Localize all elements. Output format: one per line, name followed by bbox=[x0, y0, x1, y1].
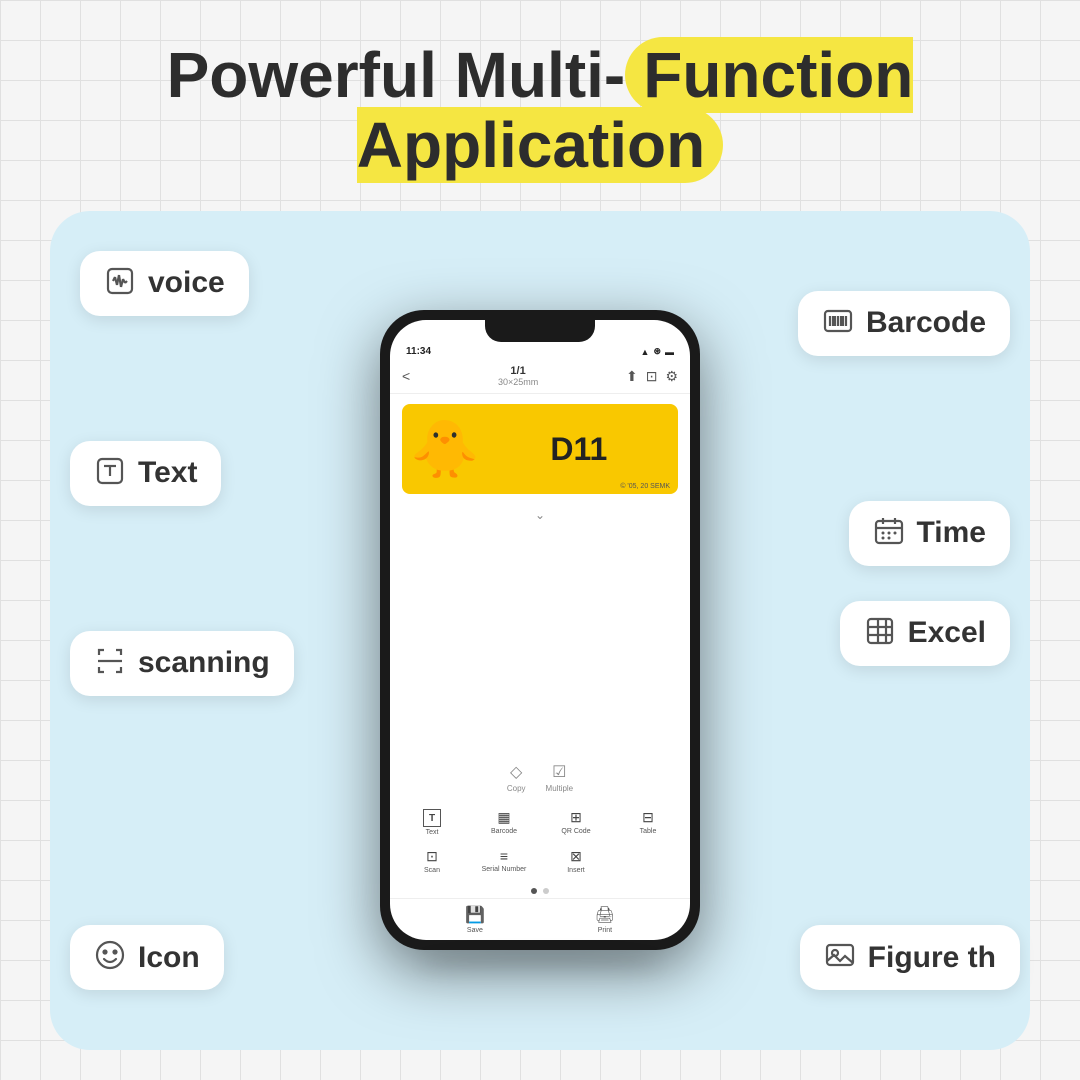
bubble-text: Text bbox=[70, 441, 221, 506]
phone-body: 11:34 ▲ ⊛ ▬ < 1/1 30×25mm bbox=[380, 310, 700, 950]
bubble-voice: voice bbox=[80, 251, 249, 316]
copy-action[interactable]: ◇ Copy bbox=[507, 762, 526, 793]
tool-qrcode-label: QR Code bbox=[561, 828, 590, 835]
main-container: Powerful Multi-Function Application voic… bbox=[0, 0, 1080, 1080]
settings-icon[interactable]: ⚙ bbox=[665, 368, 678, 385]
voice-icon bbox=[104, 265, 136, 302]
tool-table-label: Table bbox=[640, 828, 657, 835]
copy-icon: ◇ bbox=[510, 762, 522, 782]
bubble-time: Time bbox=[849, 501, 1010, 566]
tool-qrcode[interactable]: ⊞ QR Code bbox=[542, 805, 610, 840]
voice-label: voice bbox=[148, 266, 225, 300]
figure-icon bbox=[824, 939, 856, 976]
phone-screen: 11:34 ▲ ⊛ ▬ < 1/1 30×25mm bbox=[390, 320, 690, 940]
scanning-label: scanning bbox=[138, 646, 270, 680]
back-icon[interactable]: < bbox=[402, 368, 410, 384]
tool-table[interactable]: ⊟ Table bbox=[614, 805, 682, 840]
chevron-down-icon: ⌄ bbox=[390, 504, 690, 526]
figure-label: Figure th bbox=[868, 941, 996, 975]
excel-label: Excel bbox=[908, 616, 986, 650]
tool-barcode[interactable]: ▦ Barcode bbox=[470, 805, 538, 840]
nav-save[interactable]: 💾 Save bbox=[465, 905, 485, 934]
feature-card: voice Barcode bbox=[50, 211, 1030, 1050]
tool-serial-icon: ≡ bbox=[500, 848, 508, 864]
scanning-icon bbox=[94, 645, 126, 682]
tool-serial-label: Serial Number bbox=[482, 866, 527, 873]
print-label: Print bbox=[598, 927, 612, 934]
barcode-label: Barcode bbox=[866, 306, 986, 340]
tool-text-icon: T bbox=[423, 809, 441, 827]
tool-barcode-label: Barcode bbox=[491, 828, 517, 835]
dot-2 bbox=[543, 888, 549, 894]
phone-mockup: 11:34 ▲ ⊛ ▬ < 1/1 30×25mm bbox=[380, 310, 700, 950]
page-title: Powerful Multi-Function Application bbox=[50, 40, 1030, 181]
text-icon bbox=[94, 455, 126, 492]
tool-table-icon: ⊟ bbox=[642, 809, 654, 826]
edit-icon[interactable]: ⊡ bbox=[646, 368, 658, 385]
text-label: Text bbox=[138, 456, 197, 490]
label-copyright: © '05, 20 SEMK bbox=[620, 483, 670, 490]
dot-1 bbox=[531, 888, 537, 894]
bubble-scanning: scanning bbox=[70, 631, 294, 696]
share-icon[interactable]: ⬆ bbox=[626, 368, 638, 385]
tool-scan[interactable]: ⊡ Scan bbox=[398, 844, 466, 878]
battery-icon: ▬ bbox=[665, 347, 674, 357]
tool-grid: T Text ▦ Barcode ⊞ QR Code ⊟ bbox=[390, 799, 690, 884]
save-label: Save bbox=[467, 927, 483, 934]
label-preview: 🐥 D11 © '05, 20 SEMK bbox=[402, 404, 678, 494]
app-header: < 1/1 30×25mm ⬆ ⊡ ⚙ bbox=[390, 359, 690, 394]
barcode-icon bbox=[822, 305, 854, 342]
print-icon: 🖨 bbox=[595, 905, 615, 925]
icon-label: Icon bbox=[138, 941, 200, 975]
title-part1: Powerful Multi- bbox=[167, 39, 626, 111]
duck-image: 🐥 bbox=[410, 416, 480, 482]
scroll-area: ⌄ bbox=[390, 504, 690, 756]
action-row: ◇ Copy ☑ Multiple bbox=[390, 756, 690, 799]
bubble-barcode: Barcode bbox=[798, 291, 1010, 356]
time-label: Time bbox=[917, 516, 986, 550]
bubble-figure: Figure th bbox=[800, 925, 1020, 990]
smiley-icon bbox=[94, 939, 126, 976]
label-text: D11 bbox=[480, 431, 678, 468]
header-info: 1/1 30×25mm bbox=[498, 365, 538, 387]
tool-insert-icon: ⊠ bbox=[570, 848, 582, 865]
phone-notch bbox=[485, 320, 595, 342]
tool-scan-label: Scan bbox=[424, 867, 440, 874]
multiple-action[interactable]: ☑ Multiple bbox=[546, 762, 574, 793]
tool-text-label: Text bbox=[426, 829, 439, 836]
save-icon: 💾 bbox=[465, 905, 485, 925]
tool-serial[interactable]: ≡ Serial Number bbox=[470, 844, 538, 878]
multiple-label: Multiple bbox=[546, 784, 574, 793]
status-time: 11:34 bbox=[406, 346, 431, 357]
bubble-excel: Excel bbox=[840, 601, 1010, 666]
excel-icon bbox=[864, 615, 896, 652]
multiple-icon: ☑ bbox=[552, 762, 566, 782]
tool-scan-icon: ⊡ bbox=[426, 848, 438, 865]
signal-icon: ▲ bbox=[641, 347, 650, 357]
tool-qrcode-icon: ⊞ bbox=[570, 809, 582, 826]
phone-reflection bbox=[420, 954, 660, 974]
page-dots bbox=[390, 884, 690, 898]
bottom-nav: 💾 Save 🖨 Print bbox=[390, 898, 690, 940]
tool-insert[interactable]: ⊠ Insert bbox=[542, 844, 610, 878]
wifi-icon: ⊛ bbox=[653, 346, 661, 357]
copy-label: Copy bbox=[507, 784, 526, 793]
tool-barcode-icon: ▦ bbox=[497, 809, 510, 826]
tool-insert-label: Insert bbox=[567, 867, 585, 874]
time-icon bbox=[873, 515, 905, 552]
bubble-icon: Icon bbox=[70, 925, 224, 990]
title-area: Powerful Multi-Function Application bbox=[50, 40, 1030, 181]
nav-print[interactable]: 🖨 Print bbox=[595, 905, 615, 934]
header-actions: ⬆ ⊡ ⚙ bbox=[626, 368, 678, 385]
tool-text[interactable]: T Text bbox=[398, 805, 466, 840]
status-icons: ▲ ⊛ ▬ bbox=[641, 346, 674, 357]
status-bar: 11:34 ▲ ⊛ ▬ bbox=[390, 342, 690, 359]
